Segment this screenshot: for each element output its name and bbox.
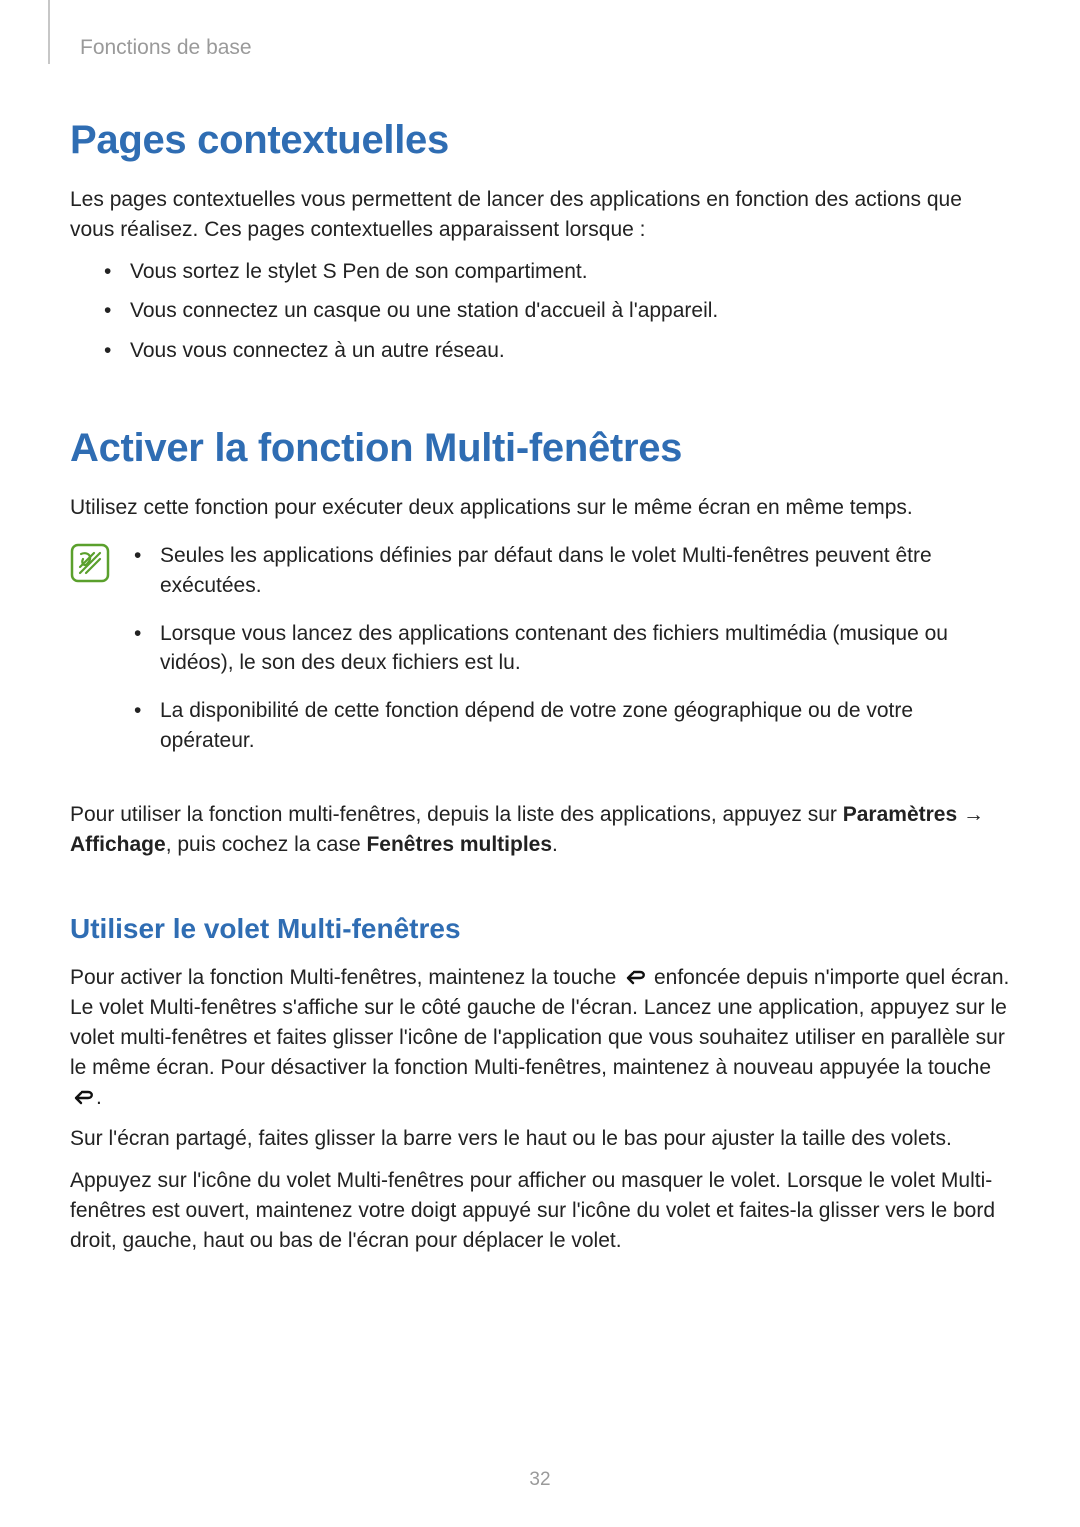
bold-parameters: Paramètres xyxy=(843,803,957,826)
page-number: 32 xyxy=(0,1469,1080,1491)
section-title-pages-contextuelles: Pages contextuelles xyxy=(70,118,1010,163)
header-rule xyxy=(48,0,50,64)
running-header: Fonctions de base xyxy=(80,36,1010,60)
list-item: Seules les applications définies par déf… xyxy=(134,541,1010,601)
section2-intro: Utilisez cette fonction pour exécuter de… xyxy=(70,493,1010,523)
list-item: Lorsque vous lancez des applications con… xyxy=(134,619,1010,679)
note-block: Seules les applications définies par déf… xyxy=(70,541,1010,774)
back-key-icon xyxy=(70,1086,96,1104)
document-page: Fonctions de base Pages contextuelles Le… xyxy=(0,0,1080,1527)
list-item: Vous vous connectez à un autre réseau. xyxy=(104,336,1010,366)
section2-usage-paragraph: Pour utiliser la fonction multi-fenêtres… xyxy=(70,800,1010,860)
list-item: Vous sortez le stylet S Pen de son compa… xyxy=(104,257,1010,287)
list-item: Vous connectez un casque ou une station … xyxy=(104,296,1010,326)
back-key-icon xyxy=(622,966,648,984)
list-item: La disponibilité de cette fonction dépen… xyxy=(134,696,1010,756)
subsection-p2: Sur l'écran partagé, faites glisser la b… xyxy=(70,1124,1010,1154)
text-fragment: . xyxy=(96,1086,102,1109)
note-icon xyxy=(70,543,110,583)
subsection-title-utiliser-volet: Utiliser le volet Multi-fenêtres xyxy=(70,913,1010,945)
section-title-multi-fenetres: Activer la fonction Multi-fenêtres xyxy=(70,426,1010,471)
section1-intro: Les pages contextuelles vous permettent … xyxy=(70,185,1010,245)
text-fragment: Pour utiliser la fonction multi-fenêtres… xyxy=(70,803,843,826)
text-fragment: , puis cochez la case xyxy=(166,833,367,856)
note-bullet-list: Seules les applications définies par déf… xyxy=(134,541,1010,774)
subsection-p3: Appuyez sur l'icône du volet Multi-fenêt… xyxy=(70,1166,1010,1255)
bold-fenetres-multiples: Fenêtres multiples xyxy=(366,833,552,856)
bold-affichage: Affichage xyxy=(70,833,166,856)
section-multi-fenetres: Activer la fonction Multi-fenêtres Utili… xyxy=(70,426,1010,1256)
subsection-p1: Pour activer la fonction Multi-fenêtres,… xyxy=(70,963,1010,1112)
text-fragment: . xyxy=(552,833,558,856)
arrow-text: → xyxy=(957,803,984,826)
section1-bullet-list: Vous sortez le stylet S Pen de son compa… xyxy=(70,257,1010,366)
text-fragment: Pour activer la fonction Multi-fenêtres,… xyxy=(70,966,622,989)
